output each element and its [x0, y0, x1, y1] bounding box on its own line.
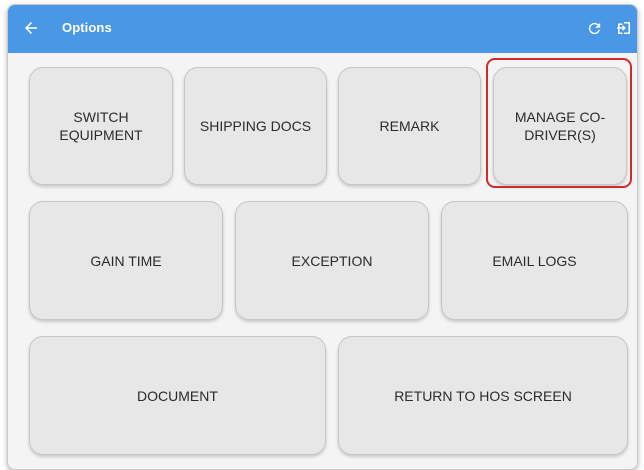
- email-logs-label: EMAIL LOGS: [492, 252, 577, 269]
- exception-button[interactable]: EXCEPTION: [235, 201, 429, 320]
- exception-label: EXCEPTION: [291, 252, 373, 269]
- shipping-docs-button[interactable]: SHIPPING DOCS: [184, 67, 327, 185]
- remark-button[interactable]: REMARK: [338, 67, 481, 185]
- app-bar: Options: [8, 5, 637, 53]
- return-to-hos-screen-label: RETURN TO HOS SCREEN: [394, 387, 572, 404]
- manage-co-drivers-label: MANAGE CO-DRIVER(S): [514, 109, 606, 143]
- gain-time-button[interactable]: GAIN TIME: [29, 201, 223, 320]
- document-button[interactable]: DOCUMENT: [29, 336, 326, 455]
- email-logs-button[interactable]: EMAIL LOGS: [441, 201, 628, 320]
- arrow-left-icon[interactable]: [22, 19, 40, 37]
- logout-icon[interactable]: [615, 19, 633, 37]
- gain-time-label: GAIN TIME: [90, 252, 162, 269]
- refresh-icon[interactable]: [586, 20, 603, 37]
- tablet-screen: Options SWITCH EQUIPMENT SHIPPING DOCS R…: [7, 4, 638, 470]
- remark-label: REMARK: [379, 118, 440, 134]
- document-label: DOCUMENT: [137, 387, 218, 404]
- manage-co-drivers-button[interactable]: MANAGE CO-DRIVER(S): [493, 67, 627, 185]
- switch-equipment-button[interactable]: SWITCH EQUIPMENT: [29, 67, 173, 185]
- page-title: Options: [62, 20, 112, 35]
- switch-equipment-label: SWITCH EQUIPMENT: [59, 109, 143, 143]
- return-to-hos-screen-button[interactable]: RETURN TO HOS SCREEN: [338, 336, 628, 455]
- shipping-docs-label: SHIPPING DOCS: [199, 118, 312, 134]
